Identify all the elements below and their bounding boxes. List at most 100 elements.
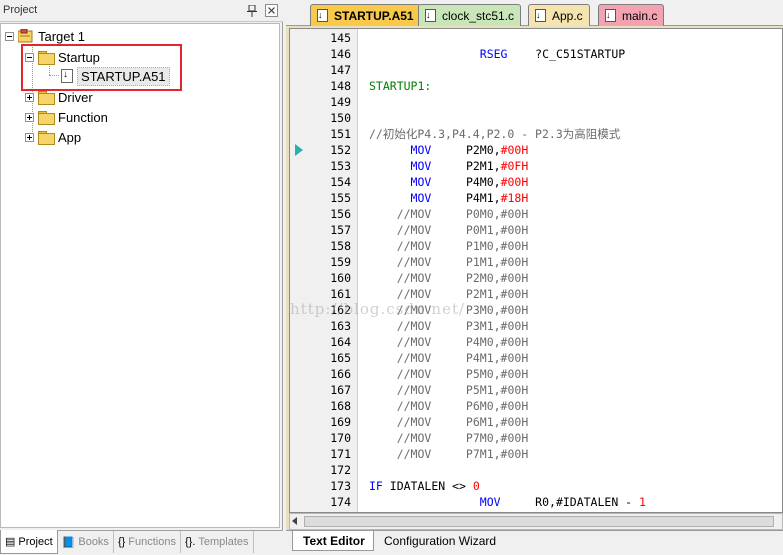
code-token: //MOV P4M0,#00H xyxy=(369,335,529,349)
project-tree: Target 1 Startup STARTUP.A51 Driver Func… xyxy=(0,23,280,528)
tree-item-label: Target 1 xyxy=(38,28,85,44)
pin-icon[interactable] xyxy=(247,5,257,17)
code-line[interactable]: 160 //MOV P2M0,#00H xyxy=(290,270,782,286)
code-line[interactable]: 166 //MOV P5M0,#00H xyxy=(290,366,782,382)
code-token: //MOV P2M0,#00H xyxy=(369,271,529,285)
file-icon xyxy=(317,9,328,22)
expand-icon[interactable] xyxy=(25,132,34,142)
collapse-icon[interactable] xyxy=(5,31,14,41)
tab-label: Project xyxy=(18,535,53,548)
annotation-highlight-box xyxy=(21,44,182,91)
code-line[interactable]: 170 //MOV P7M0,#00H xyxy=(290,430,782,446)
code-token: P2M0, xyxy=(465,143,501,157)
tab-project[interactable]: ▤ Project xyxy=(0,530,58,554)
tab-label: Text Editor xyxy=(303,533,365,548)
code-line[interactable]: 172 xyxy=(290,462,782,478)
code-token: P4M1, xyxy=(465,191,501,205)
line-number: 167 xyxy=(330,383,351,397)
code-line[interactable]: 158 //MOV P1M0,#00H xyxy=(290,238,782,254)
code-line[interactable]: 146 RSEG ?C_C51STARTUP xyxy=(290,46,782,62)
code-line[interactable]: 151 //初始化P4.3,P4.4,P2.0 - P2.3为高阻模式 xyxy=(290,126,782,142)
code-line[interactable]: 159 //MOV P1M1,#00H xyxy=(290,254,782,270)
line-number: 160 xyxy=(330,271,351,285)
code-token: //初始化P4.3,P4.4,P2.0 - P2.3为高阻模式 xyxy=(369,127,621,141)
tree-item-target[interactable]: Target 1 xyxy=(5,27,85,45)
code-token: //MOV P6M1,#00H xyxy=(369,415,529,429)
code-line[interactable]: 174 MOV R0,#IDATALEN - 1 xyxy=(290,494,782,510)
tree-item-app[interactable]: App xyxy=(25,128,81,146)
line-number: 149 xyxy=(330,95,351,109)
code-token: R0,#IDATALEN - xyxy=(535,495,640,509)
target-icon xyxy=(18,29,33,43)
line-number: 152 xyxy=(330,143,351,157)
code-line[interactable]: 161 //MOV P2M1,#00H xyxy=(290,286,782,302)
code-line[interactable]: 168 //MOV P6M0,#00H xyxy=(290,398,782,414)
expand-icon[interactable] xyxy=(25,112,34,122)
tab-clock-stc51-c[interactable]: clock_stc51.c xyxy=(418,4,522,26)
line-number: 162 xyxy=(330,303,351,317)
line-number: 163 xyxy=(330,319,351,333)
expand-icon[interactable] xyxy=(25,92,34,102)
scrollbar-thumb[interactable] xyxy=(304,516,774,527)
code-line[interactable]: 157 //MOV P0M1,#00H xyxy=(290,222,782,238)
code-token: ?C_C51STARTUP xyxy=(535,47,626,61)
code-line[interactable]: 163 //MOV P3M1,#00H xyxy=(290,318,782,334)
folder-icon xyxy=(38,91,55,105)
code-line[interactable]: 167 //MOV P5M1,#00H xyxy=(290,382,782,398)
code-line[interactable]: 147 xyxy=(290,62,782,78)
code-token: P2M1, xyxy=(465,159,501,173)
line-number: 150 xyxy=(330,111,351,125)
tab-text-editor[interactable]: Text Editor xyxy=(292,531,374,551)
code-token: //MOV P2M1,#00H xyxy=(369,287,529,301)
code-line[interactable]: 153 MOV P2M1,#0FH xyxy=(290,158,782,174)
code-line[interactable]: 148 STARTUP1: xyxy=(290,78,782,94)
code-text: MOV R0,#IDATALEN - 1 xyxy=(369,494,646,510)
code-token: IF xyxy=(369,479,390,493)
code-text: IF IDATALEN <> 0 xyxy=(369,478,480,494)
code-line[interactable]: 154 MOV P4M0,#00H xyxy=(290,174,782,190)
code-text: //初始化P4.3,P4.4,P2.0 - P2.3为高阻模式 xyxy=(369,126,620,142)
tab-books[interactable]: 📘 Books xyxy=(58,531,114,553)
tab-functions[interactable]: {} Functions xyxy=(114,531,181,553)
project-panel: Project Target 1 Startup ↓ STARTUP.A51 D… xyxy=(0,0,283,555)
line-number: 161 xyxy=(330,287,351,301)
editor-bottom-tabs: Text Editor Configuration Wizard xyxy=(286,530,783,555)
code-line[interactable]: 164 //MOV P4M0,#00H xyxy=(290,334,782,350)
code-line[interactable]: 156 //MOV P0M0,#00H xyxy=(290,206,782,222)
tab-app-c[interactable]: App.c xyxy=(528,4,590,26)
tree-item-function[interactable]: Function xyxy=(25,108,108,126)
code-text: //MOV P5M1,#00H xyxy=(369,382,529,398)
code-editor[interactable]: 145 146 RSEG ?C_C51STARTUP 147 148 STARTUP1:… xyxy=(289,28,783,513)
code-text: //MOV P6M1,#00H xyxy=(369,414,529,430)
code-text: //MOV P2M1,#00H xyxy=(369,286,529,302)
tab-label: Templates xyxy=(198,536,249,548)
code-line[interactable]: 171 //MOV P7M1,#00H xyxy=(290,446,782,462)
code-token: MOV xyxy=(369,191,466,205)
code-token: RSEG xyxy=(369,47,536,61)
tab-label: clock_stc51.c xyxy=(442,8,515,23)
braces-icon: {} xyxy=(117,536,126,548)
tab-configuration-wizard[interactable]: Configuration Wizard xyxy=(374,531,504,551)
tab-templates[interactable]: {}. Templates xyxy=(181,531,254,553)
scroll-left-icon[interactable] xyxy=(292,517,297,525)
code-line[interactable]: 162 //MOV P3M0,#00H xyxy=(290,302,782,318)
line-number: 151 xyxy=(330,127,351,141)
code-text: MOV P4M1,#18H xyxy=(369,190,529,206)
code-line[interactable]: 149 xyxy=(290,94,782,110)
tab-main-c[interactable]: main.c xyxy=(598,4,665,26)
line-number: 156 xyxy=(330,207,351,221)
project-panel-title: Project xyxy=(3,4,38,16)
code-line[interactable]: 173 IF IDATALEN <> 0 xyxy=(290,478,782,494)
code-line[interactable]: 145 xyxy=(290,30,782,46)
code-line[interactable]: 165 //MOV P4M1,#00H xyxy=(290,350,782,366)
horizontal-scrollbar[interactable] xyxy=(289,513,783,530)
code-line[interactable]: 155 MOV P4M1,#18H xyxy=(290,190,782,206)
code-token: MOV xyxy=(369,143,466,157)
file-icon xyxy=(535,9,546,22)
code-line[interactable]: 169 //MOV P6M1,#00H xyxy=(290,414,782,430)
tab-label: Books xyxy=(78,536,109,548)
close-icon[interactable] xyxy=(265,4,278,17)
code-line[interactable]: 150 xyxy=(290,110,782,126)
tab-startup-a51[interactable]: STARTUP.A51 xyxy=(310,4,421,26)
code-line[interactable]: 152 MOV P2M0,#00H xyxy=(290,142,782,158)
